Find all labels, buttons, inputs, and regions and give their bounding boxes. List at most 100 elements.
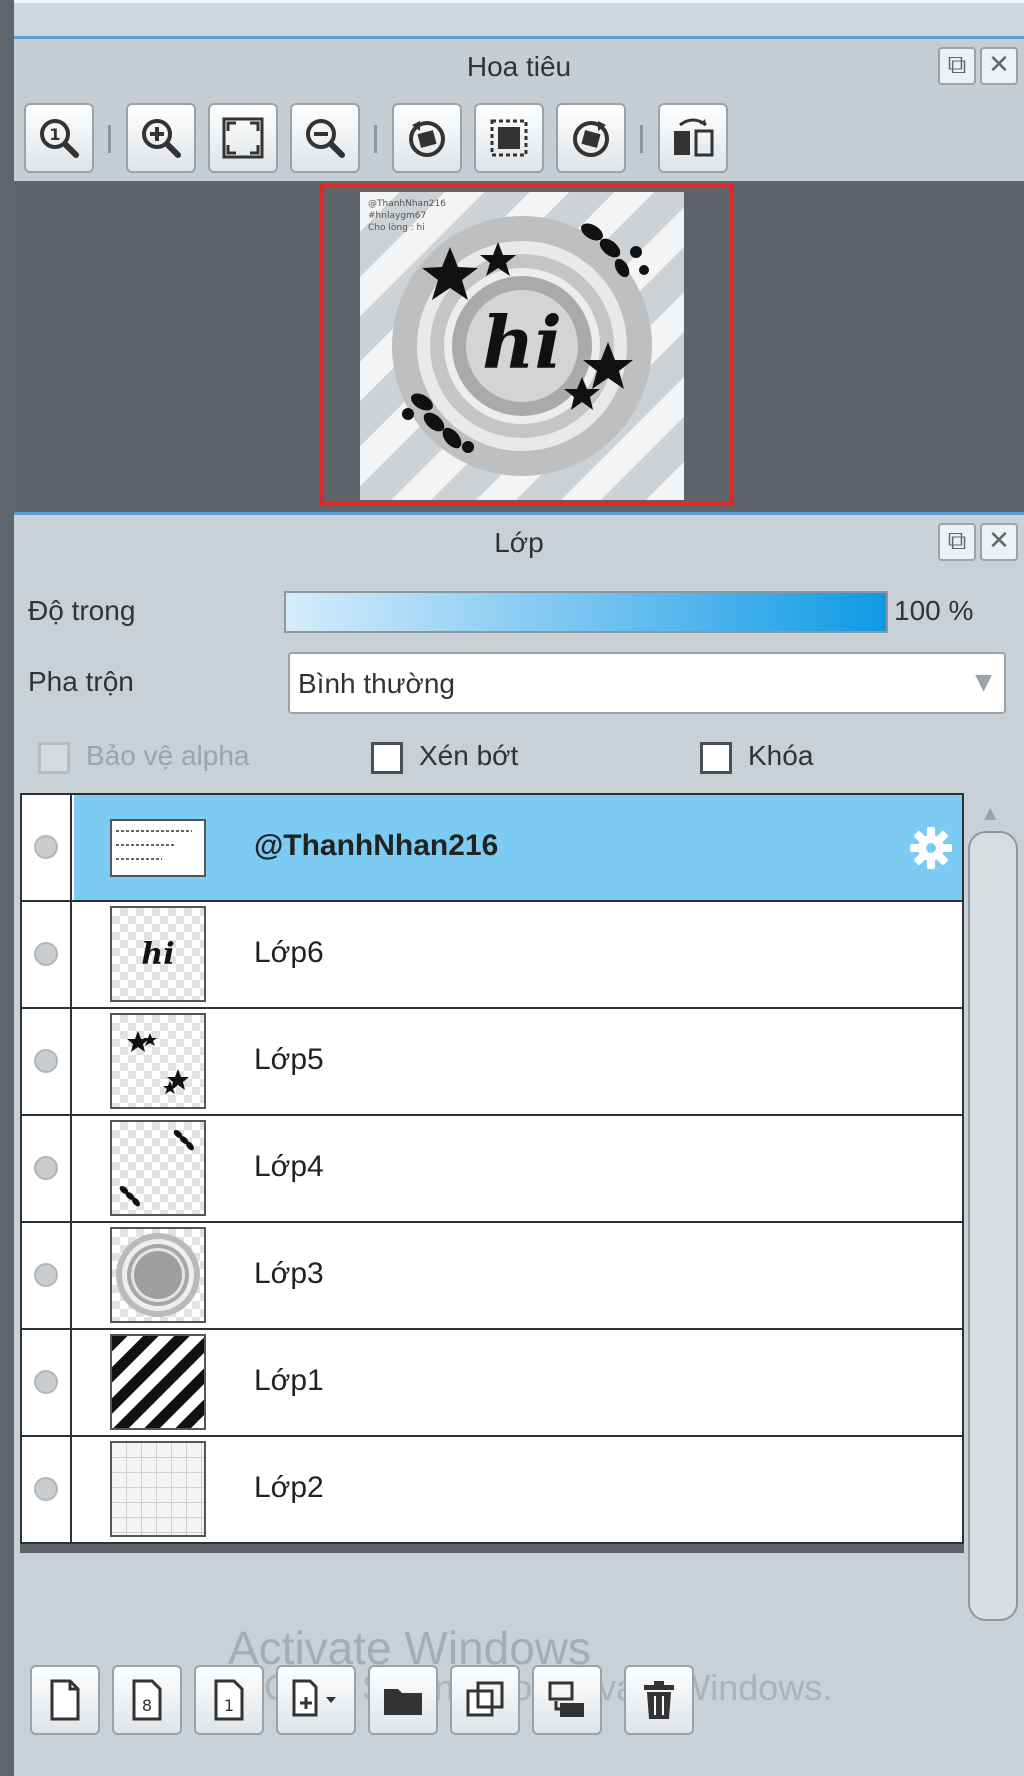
gear-icon[interactable] [906,823,956,873]
layers-title: Lớp [494,527,544,558]
navigator-panel: Hoa tiêu ⧉ ✕ 1 hi @ThanhNhan216 #hnlaygm… [14,36,1024,515]
layer-item[interactable]: Lớp3 [74,1223,962,1328]
scrollbar-thumb[interactable] [968,831,1018,1621]
layer-visibility-toggle[interactable] [22,1330,72,1435]
layer-visibility-toggle[interactable] [22,902,72,1007]
layer-visibility-toggle[interactable] [22,1437,72,1542]
canvas-preview: hi @ThanhNhan216 #hnlaygm67 Cho lòng : h… [360,192,684,500]
layer-row[interactable]: Lớp4 [20,1114,964,1223]
preview-text-line: @ThanhNhan216 [368,199,446,209]
zoom-out-button[interactable] [290,103,360,173]
toolbar-separator [640,125,643,153]
rotate-right-button[interactable] [556,103,626,173]
layer-visibility-toggle[interactable] [22,1116,72,1221]
clipping-checkbox[interactable] [371,742,403,774]
layer-row[interactable]: Lớp5 [20,1007,964,1116]
lock-label: Khóa [748,740,814,771]
visibility-dot-icon [34,1049,58,1073]
new-layer-icon [50,1679,80,1721]
new-folder-button[interactable] [368,1665,438,1735]
layer-thumbnail [110,1227,206,1323]
delete-layer-button[interactable] [624,1665,694,1735]
layer-item[interactable]: Lớp2 [74,1437,962,1542]
layer-thumbnail [110,1120,206,1216]
opacity-label: Độ trong [28,595,136,626]
layer-item[interactable]: hi Lớp6 [74,902,962,1007]
opacity-slider[interactable] [284,591,888,633]
merge-down-button[interactable] [532,1665,602,1735]
add-layer-menu-button[interactable] [276,1665,356,1735]
layer-visibility-toggle[interactable] [22,1009,72,1114]
layer-item[interactable]: Lớp5 [74,1009,962,1114]
protect-alpha-checkbox[interactable] [38,742,70,774]
zoom-out-icon [306,119,345,158]
layer-name: Lớp6 [254,936,324,969]
layer-row[interactable]: Lớp2 [20,1435,964,1544]
preview-lettering: hi [482,300,562,385]
zoom-in-button[interactable] [126,103,196,173]
hi-lettering-thumbnail-icon: hi [141,937,174,972]
layers-close-button[interactable]: ✕ [980,523,1018,561]
new-8bit-layer-icon: 8 [132,1679,162,1721]
popout-icon: ⧉ [947,526,967,556]
layer-list-scrollbar[interactable]: ▲ [968,803,1018,1621]
new-layer-button[interactable] [30,1665,100,1735]
preview-viewport-frame[interactable]: hi @ThanhNhan216 #hnlaygm67 Cho lòng : h… [320,184,734,506]
navigator-popout-button[interactable]: ⧉ [938,47,976,85]
top-band [14,0,1024,36]
lock-checkbox[interactable] [700,742,732,774]
close-icon: ✕ [988,50,1010,80]
flip-horizontal-icon [674,118,714,157]
layer-visibility-toggle[interactable] [22,1223,72,1328]
delete-layer-icon [644,1681,674,1719]
zoom-actual-size-button[interactable]: 1 [24,103,94,173]
blend-mode-dropdown[interactable]: Bình thường ▼ [288,652,1006,714]
layer-item[interactable]: Lớp1 [74,1330,962,1435]
layer-name: Lớp3 [254,1257,324,1290]
popout-icon: ⧉ [947,50,967,80]
layer-thumbnail: hi [110,906,206,1002]
fit-to-window-button[interactable] [208,103,278,173]
navigator-toolbar: 1 [14,95,1024,185]
visibility-dot-icon [34,835,58,859]
visibility-dot-icon [34,1370,58,1394]
visibility-dot-icon [34,1156,58,1180]
layer-name: Lớp4 [254,1150,324,1183]
rotate-left-icon [409,121,445,157]
new-1bit-layer-button[interactable]: 1 [194,1665,264,1735]
layer-item[interactable]: Lớp4 [74,1116,962,1221]
left-edge-strip [0,0,14,1776]
blend-mode-label: Pha trộn [28,666,134,697]
rotate-left-button[interactable] [392,103,462,173]
scroll-up-icon[interactable]: ▲ [984,803,996,822]
layer-list: @ThanhNhan216 hi Lớp6 Lớp5 Lớp4 Lớp3 Lớp… [20,793,964,1553]
svg-text:hi: hi [141,937,174,972]
layer-visibility-toggle[interactable] [22,795,72,900]
flip-horizontal-button[interactable] [658,103,728,173]
layer-item[interactable]: @ThanhNhan216 [74,795,962,900]
layer-row[interactable]: hi Lớp6 [20,900,964,1009]
visibility-dot-icon [34,942,58,966]
chevron-down-icon: ▼ [975,670,992,695]
navigator-title: Hoa tiêu [466,51,572,82]
layer-thumbnail [110,1013,206,1109]
reset-view-icon [490,119,528,157]
layer-row[interactable]: @ThanhNhan216 [20,793,964,902]
stripes-thumbnail-icon [112,1336,204,1428]
opacity-value: 100 % [894,595,974,626]
layer-row[interactable]: Lớp1 [20,1328,964,1437]
duplicate-layer-button[interactable] [450,1665,520,1735]
duplicate-layer-icon [466,1681,504,1717]
svg-text:1: 1 [49,125,60,144]
layers-bottom-toolbar: 8 1 [14,1657,1024,1757]
close-icon: ✕ [988,526,1010,556]
layer-row[interactable]: Lớp3 [20,1221,964,1330]
navigator-close-button[interactable]: ✕ [980,47,1018,85]
layers-popout-button[interactable]: ⧉ [938,523,976,561]
visibility-dot-icon [34,1477,58,1501]
new-folder-icon [384,1689,422,1715]
navigator-preview-area[interactable]: hi @ThanhNhan216 #hnlaygm67 Cho lòng : h… [14,181,1024,515]
layers-panel: Lớp ⧉ ✕ Độ trong 100 % Pha trộn Bình thư… [14,512,1024,1776]
reset-view-button[interactable] [474,103,544,173]
new-8bit-layer-button[interactable]: 8 [112,1665,182,1735]
